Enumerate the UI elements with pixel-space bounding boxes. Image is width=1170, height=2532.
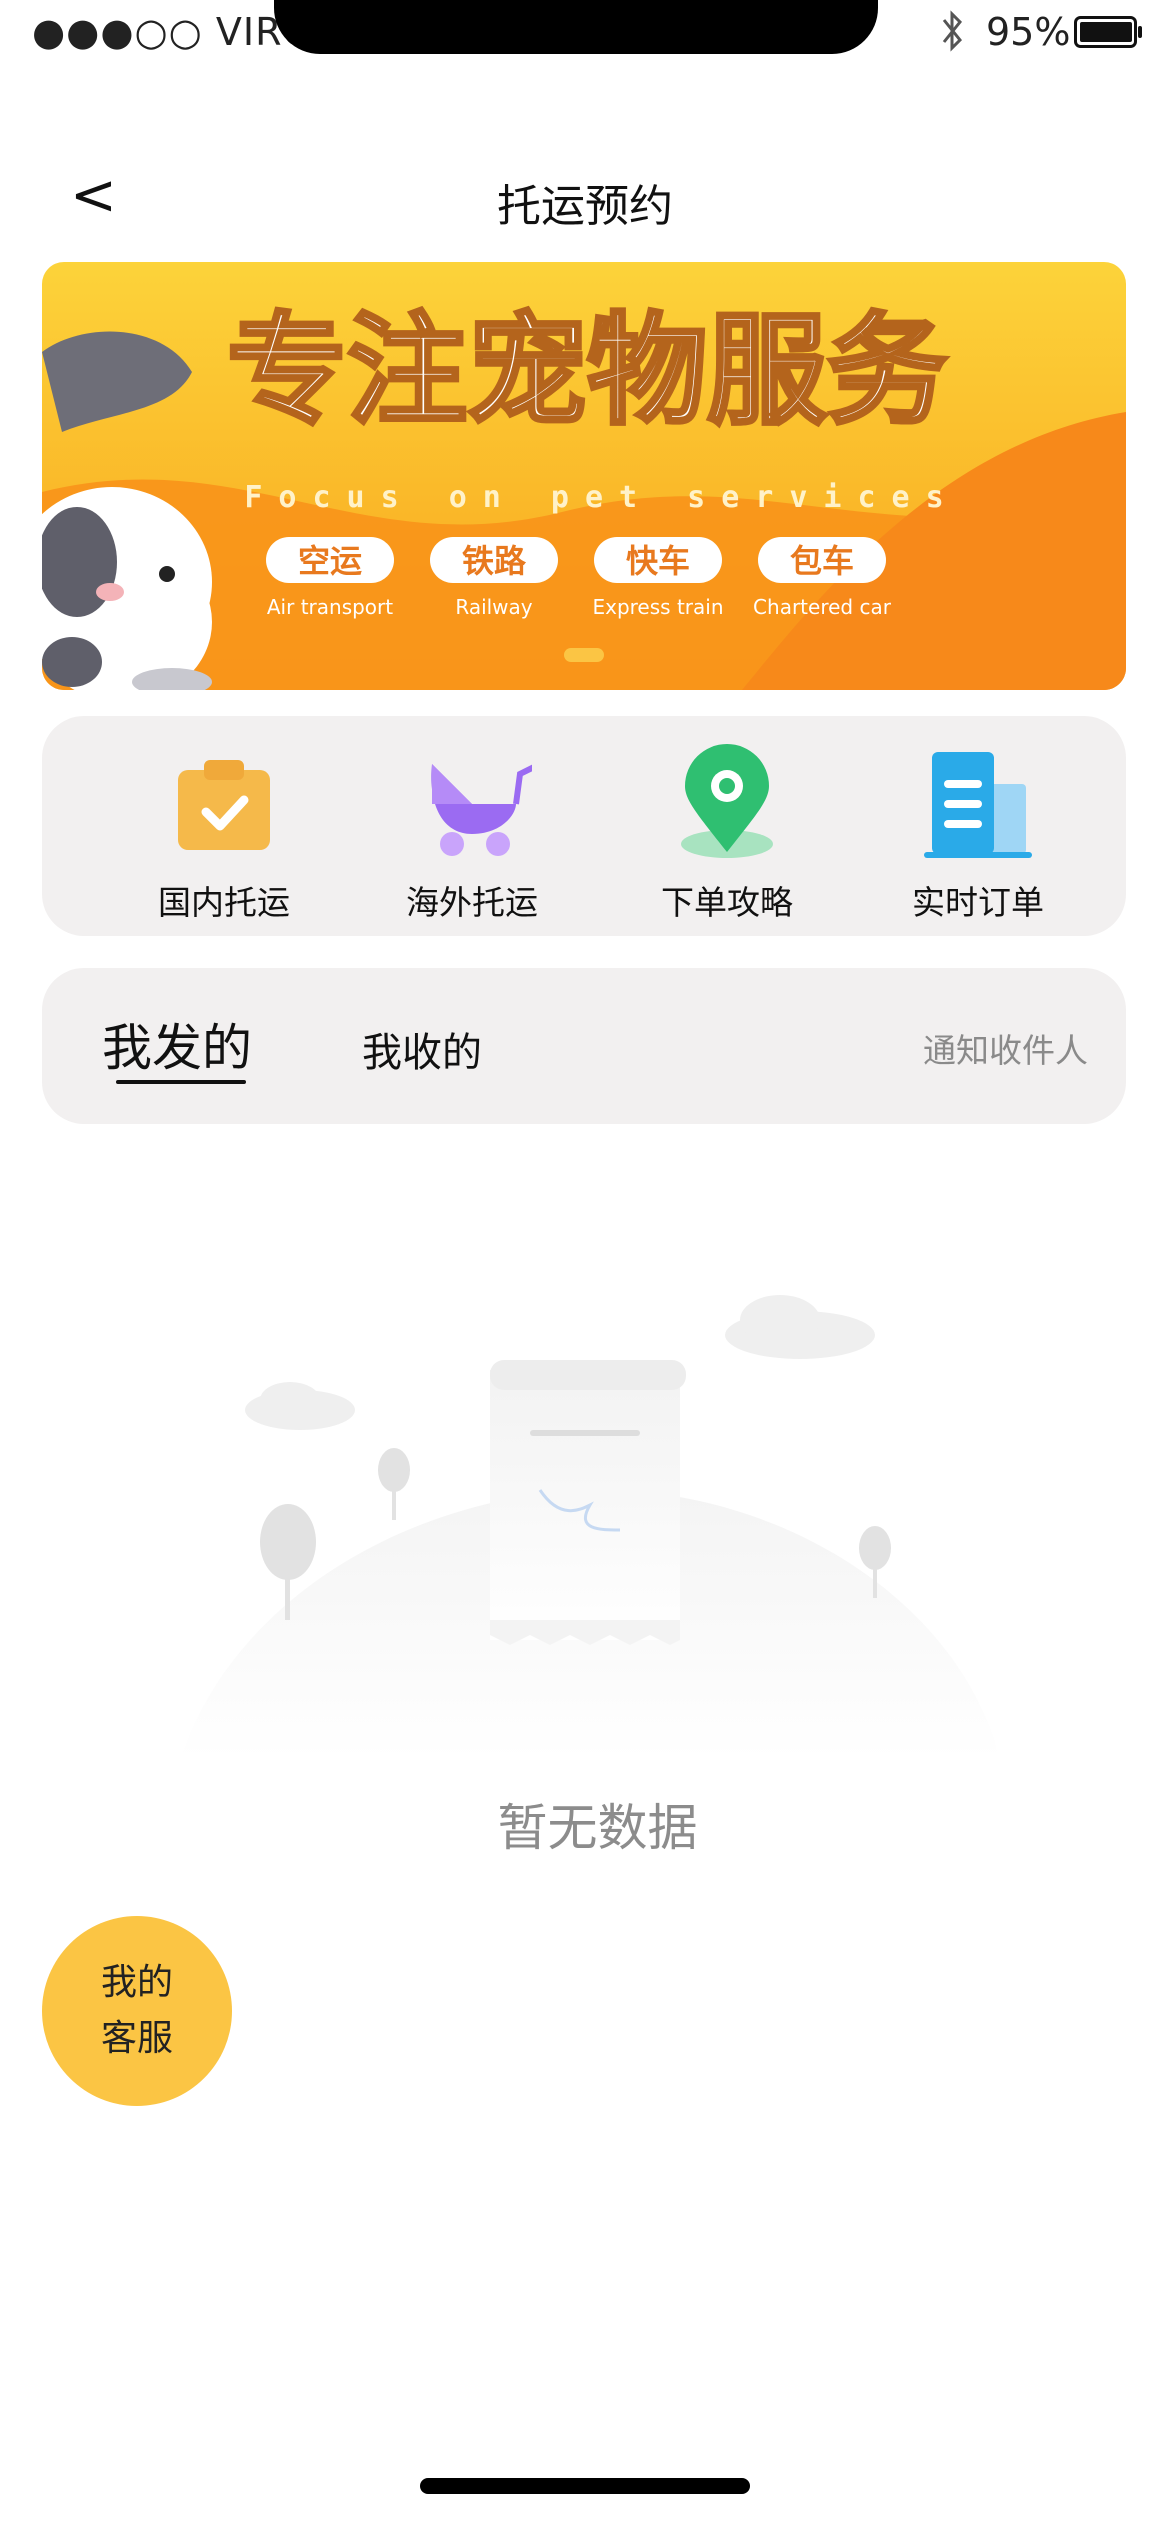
banner-page-indicator — [564, 648, 604, 662]
empty-state-text: 暂无数据 — [497, 1799, 698, 1857]
banner-tag-3: 包车 Chartered car — [753, 537, 892, 619]
banner-subtitle: Focus on pet services — [244, 480, 959, 515]
map-pin-icon — [681, 744, 773, 858]
notify-recipient-link[interactable]: 通知收件人 — [923, 1024, 1088, 1072]
active-tab-indicator — [116, 1080, 246, 1084]
service-label-line1: 我的 — [100, 1962, 173, 2003]
svg-text:铁路: 铁路 — [462, 542, 527, 580]
page-title: 托运预约 — [497, 181, 673, 232]
service-label-line2: 客服 — [100, 2018, 173, 2059]
device-notch — [274, 0, 878, 54]
tab-received[interactable]: 我收的 — [362, 1020, 482, 1078]
promo-banner[interactable]: 专注宠物服务 Focus on pet services 空运 Air tran… — [42, 262, 1126, 690]
quick-item-overseas[interactable]: 海外托运 — [362, 744, 582, 924]
quick-item-domestic[interactable]: 国内托运 — [114, 744, 334, 924]
quick-item-guide[interactable]: 下单攻略 — [617, 744, 837, 924]
quick-item-label: 海外托运 — [406, 883, 538, 922]
order-tabs: 我发的 我收的 通知收件人 — [42, 968, 1126, 1124]
quick-item-label: 国内托运 — [158, 883, 290, 922]
empty-scroll-illustration — [180, 1295, 1000, 1760]
battery-percent: 95% — [986, 10, 1071, 54]
banner-tag-2: 快车 Express train — [592, 537, 724, 619]
status-bar: ●●●○○ VIRGIN 95% — [0, 0, 1170, 70]
baby-stroller-icon — [431, 764, 532, 856]
bluetooth-icon — [942, 10, 963, 52]
customer-service-button[interactable]: 我的 客服 — [42, 1916, 232, 2106]
svg-text:空运: 空运 — [298, 542, 362, 580]
banner-tag-0: 空运 Air transport — [266, 537, 394, 619]
svg-text:包车: 包车 — [790, 542, 854, 580]
svg-text:快车: 快车 — [626, 542, 690, 580]
clipboard-check-icon — [178, 760, 270, 850]
tab-sent[interactable]: 我发的 — [102, 1008, 252, 1080]
quick-item-label: 下单攻略 — [661, 883, 793, 922]
banner-headline: 专注宠物服务 — [227, 302, 947, 441]
svg-text:Air transport: Air transport — [267, 595, 393, 619]
banner-graphic: 专注宠物服务 Focus on pet services 空运 Air tran… — [42, 262, 1126, 690]
building-icon — [924, 752, 1032, 858]
svg-text:Express train: Express train — [592, 595, 723, 619]
svg-text:Chartered car: Chartered car — [753, 595, 892, 619]
battery-icon — [1074, 16, 1142, 48]
signal-strength: ●●●○○ — [32, 10, 203, 54]
quick-item-label: 实时订单 — [912, 883, 1044, 922]
quick-menu: 国内托运 海外托运 下单攻略 实时订单 — [42, 716, 1126, 936]
quick-item-orders[interactable]: 实时订单 — [868, 744, 1088, 924]
svg-text:Railway: Railway — [455, 595, 532, 619]
home-indicator[interactable] — [420, 2478, 750, 2494]
